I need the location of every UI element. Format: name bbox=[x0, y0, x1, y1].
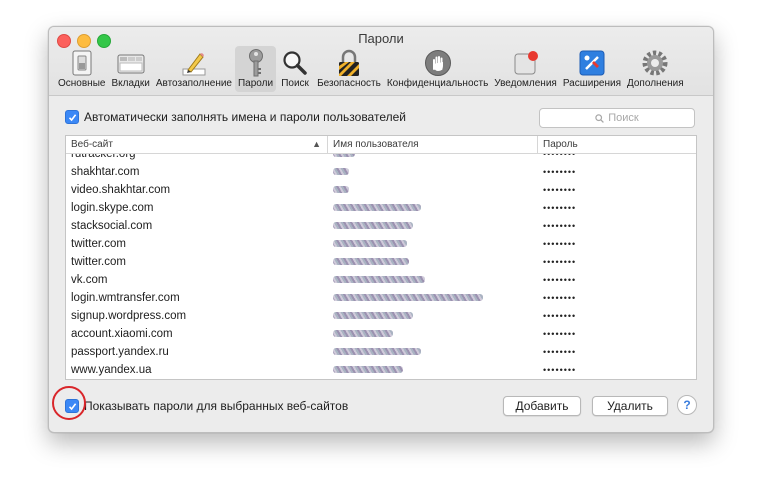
key-icon bbox=[240, 48, 272, 78]
tab-privacy[interactable]: Конфиденциальность bbox=[384, 46, 491, 92]
table-row[interactable]: signup.wordpress.com •••••••• bbox=[66, 307, 696, 325]
redacted-username bbox=[333, 204, 421, 212]
column-header-password[interactable]: Пароль bbox=[538, 136, 696, 153]
add-button[interactable]: Добавить bbox=[503, 396, 581, 416]
table-row[interactable]: www.yandex.ua •••••••• bbox=[66, 361, 696, 379]
redacted-username bbox=[333, 168, 349, 176]
table-row[interactable]: shakhtar.com •••••••• bbox=[66, 163, 696, 181]
tab-autofill[interactable]: Автозаполнение bbox=[153, 46, 235, 92]
table-header: Веб-сайт ▲ Имя пользователя Пароль bbox=[66, 136, 696, 154]
search-placeholder: Поиск bbox=[608, 112, 639, 124]
passwords-table[interactable]: Веб-сайт ▲ Имя пользователя Пароль rutra… bbox=[65, 135, 697, 380]
table-body: rutracker.org •••••••• shakhtar.com ••••••… bbox=[66, 145, 696, 379]
redacted-username bbox=[333, 258, 409, 266]
table-row[interactable]: twitter.com •••••••• bbox=[66, 235, 696, 253]
lock-icon bbox=[333, 48, 365, 78]
redacted-username bbox=[333, 294, 483, 302]
window-title: Пароли bbox=[358, 31, 404, 46]
delete-button[interactable]: Удалить bbox=[592, 396, 668, 416]
switch-icon bbox=[66, 48, 98, 78]
table-row[interactable]: login.skype.com •••••••• bbox=[66, 199, 696, 217]
tab-extensions[interactable]: Расширения bbox=[560, 46, 624, 92]
autofill-label: Автоматически заполнять имена и пароли п… bbox=[84, 110, 406, 124]
passwords-pane: Автоматически заполнять имена и пароли п… bbox=[49, 96, 713, 432]
tab-search[interactable]: Поиск bbox=[276, 46, 314, 92]
search-input[interactable]: Поиск bbox=[539, 108, 695, 128]
tab-security[interactable]: Безопасность bbox=[314, 46, 384, 92]
tab-tabs[interactable]: Вкладки bbox=[108, 46, 152, 92]
autofill-checkbox[interactable] bbox=[65, 110, 79, 124]
titlebar: Пароли Основные Вкладки Автозаполнение П… bbox=[49, 27, 713, 96]
autofill-option[interactable]: Автоматически заполнять имена и пароли п… bbox=[65, 110, 406, 124]
search-icon bbox=[595, 113, 605, 123]
redacted-username bbox=[333, 186, 349, 194]
column-header-website[interactable]: Веб-сайт ▲ bbox=[66, 136, 328, 153]
table-row[interactable]: twitter.com •••••••• bbox=[66, 253, 696, 271]
help-button[interactable]: ? bbox=[677, 395, 697, 415]
checkmark-icon bbox=[68, 113, 76, 121]
preferences-toolbar: Основные Вкладки Автозаполнение Пароли П… bbox=[55, 46, 707, 92]
tab-advanced[interactable]: Дополнения bbox=[624, 46, 687, 92]
tab-notifications[interactable]: Уведомления bbox=[491, 46, 560, 92]
table-row[interactable]: video.shakhtar.com •••••••• bbox=[66, 181, 696, 199]
redacted-username bbox=[333, 348, 421, 356]
sort-ascending-icon: ▲ bbox=[312, 139, 321, 149]
redacted-username bbox=[333, 276, 425, 284]
tab-passwords[interactable]: Пароли bbox=[234, 46, 277, 92]
table-row[interactable]: stacksocial.com •••••••• bbox=[66, 217, 696, 235]
pencil-icon bbox=[178, 48, 210, 78]
table-row[interactable]: account.xiaomi.com •••••••• bbox=[66, 325, 696, 343]
show-passwords-label: Показывать пароли для выбранных веб-сайт… bbox=[84, 399, 349, 413]
tabs-icon bbox=[115, 48, 147, 78]
passwords-window: Пароли Основные Вкладки Автозаполнение П… bbox=[48, 26, 714, 433]
tab-general[interactable]: Основные bbox=[55, 46, 108, 92]
table-row[interactable]: login.wmtransfer.com •••••••• bbox=[66, 289, 696, 307]
hand-icon bbox=[422, 48, 454, 78]
redacted-username bbox=[333, 366, 403, 374]
puzzle-icon bbox=[576, 48, 608, 78]
redacted-username bbox=[333, 222, 413, 230]
gear-icon bbox=[639, 48, 671, 78]
redacted-username bbox=[333, 330, 393, 338]
notification-icon bbox=[510, 48, 542, 78]
highlight-circle-annotation bbox=[52, 386, 86, 420]
column-header-username[interactable]: Имя пользователя bbox=[328, 136, 538, 153]
table-row[interactable]: passport.yandex.ru •••••••• bbox=[66, 343, 696, 361]
redacted-username bbox=[333, 312, 413, 320]
magnifier-icon bbox=[279, 48, 311, 78]
redacted-username bbox=[333, 240, 407, 248]
table-row[interactable]: vk.com •••••••• bbox=[66, 271, 696, 289]
show-passwords-option[interactable]: Показывать пароли для выбранных веб-сайт… bbox=[65, 399, 348, 413]
